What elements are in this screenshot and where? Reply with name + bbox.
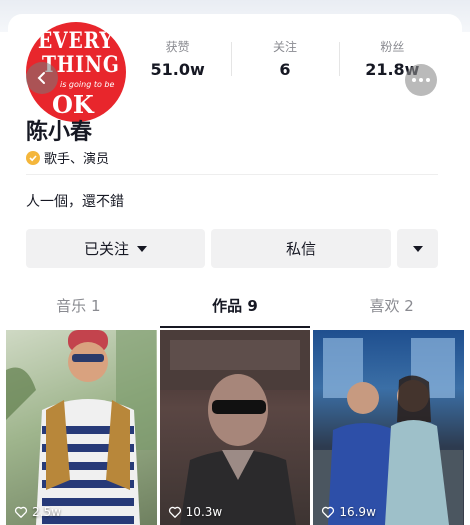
profile-name: 陈小春 — [26, 120, 93, 145]
video-thumbnail[interactable]: 16.9w — [313, 330, 465, 525]
more-dots-icon — [412, 78, 430, 82]
video-thumbnail[interactable]: 2.5w — [6, 330, 157, 525]
avatar-text-line1: EVERY — [38, 28, 114, 54]
stat-following[interactable]: 关注 6 — [231, 38, 338, 82]
avatar-text-line3: is going to be — [60, 80, 115, 89]
tab-likes[interactable]: 喜欢 2 — [313, 286, 470, 328]
tab-works[interactable]: 作品 9 — [157, 286, 314, 328]
stats-row: 获赞 51.0w 关注 6 粉丝 21.8w — [124, 38, 446, 82]
caret-down-icon — [137, 245, 147, 252]
stat-value: 51.0w — [150, 60, 205, 79]
heart-icon — [168, 506, 181, 518]
stat-label: 获赞 — [165, 40, 190, 54]
video-thumbnail-image — [313, 338, 464, 525]
more-options-button[interactable] — [397, 229, 438, 268]
like-count: 10.3w — [168, 505, 223, 519]
heart-icon — [14, 506, 28, 518]
divider — [26, 174, 438, 175]
following-label: 已关注 — [83, 240, 129, 258]
like-count-text: 2.5w — [32, 505, 61, 519]
verification-text: 歌手、演员 — [44, 152, 110, 167]
video-thumbnail[interactable]: 10.3w — [159, 330, 311, 525]
video-thumbnail-image — [6, 330, 156, 525]
video-grid: 2.5w 10.3w 16.9w — [6, 330, 465, 525]
like-count: 2.5w — [14, 505, 61, 519]
chevron-left-icon — [37, 72, 45, 84]
message-button[interactable]: 私信 — [211, 229, 391, 268]
following-button[interactable]: 已关注 — [26, 229, 205, 268]
caret-down-icon — [412, 245, 423, 252]
verified-badge-icon — [26, 150, 40, 165]
back-button[interactable] — [26, 62, 58, 94]
stat-label: 关注 — [272, 40, 297, 54]
more-button[interactable] — [405, 64, 437, 96]
profile-bio: 人一個，還不錯 — [26, 194, 124, 210]
verification-row: 歌手、演员 — [26, 148, 109, 167]
stat-value: 6 — [279, 60, 291, 79]
like-count-text: 10.3w — [185, 505, 223, 519]
tab-music[interactable]: 音乐 1 — [0, 286, 157, 328]
like-count-text: 16.9w — [339, 505, 376, 519]
heart-icon — [322, 506, 335, 518]
profile-tabs: 音乐 1 作品 9 喜欢 2 — [0, 286, 470, 328]
like-count: 16.9w — [321, 505, 376, 519]
video-thumbnail-image — [159, 330, 310, 525]
stat-likes[interactable]: 获赞 51.0w — [124, 38, 231, 82]
message-label: 私信 — [285, 240, 316, 258]
stat-label: 粉丝 — [380, 40, 405, 54]
